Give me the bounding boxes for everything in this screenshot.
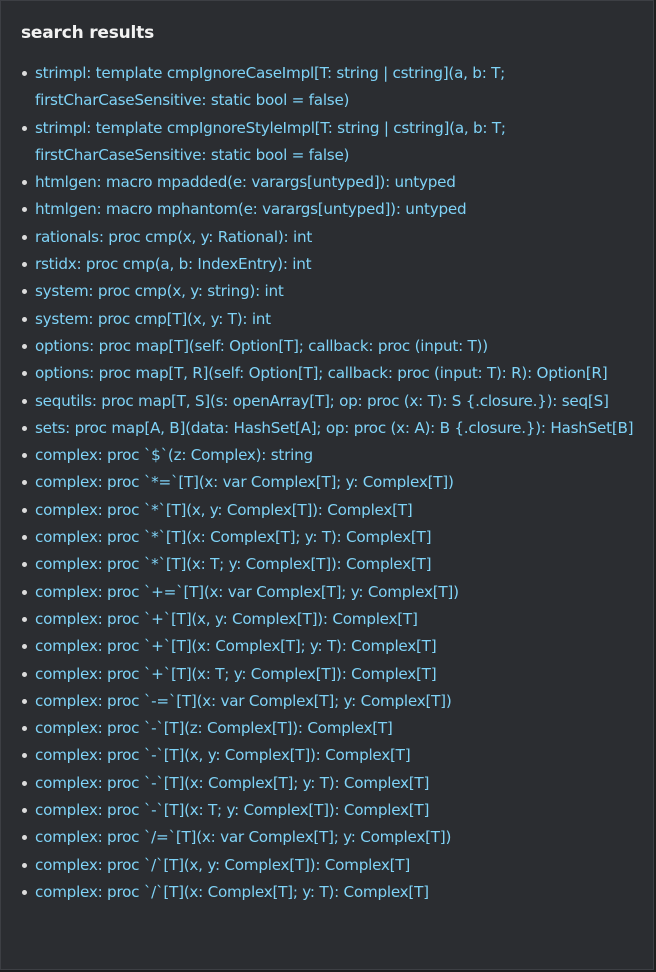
list-item: complex: proc `*`[T](x: Complex[T]; y: T… xyxy=(21,524,639,551)
list-item: complex: proc `-=`[T](x: var Complex[T];… xyxy=(21,688,639,715)
list-item: complex: proc `/`[T](x: Complex[T]; y: T… xyxy=(21,879,639,906)
list-item: htmlgen: macro mpadded(e: varargs[untype… xyxy=(21,169,639,196)
result-link[interactable]: complex: proc `-`[T](z: Complex[T]): Com… xyxy=(35,719,393,737)
result-link[interactable]: sequtils: proc map[T, S](s: openArray[T]… xyxy=(35,392,609,410)
result-link[interactable]: options: proc map[T](self: Option[T]; ca… xyxy=(35,337,488,355)
list-item: rationals: proc cmp(x, y: Rational): int xyxy=(21,224,639,251)
result-link[interactable]: complex: proc `-`[T](x: T; y: Complex[T]… xyxy=(35,801,429,819)
result-link[interactable]: complex: proc `-`[T](x: Complex[T]; y: T… xyxy=(35,774,429,792)
result-link[interactable]: options: proc map[T, R](self: Option[T];… xyxy=(35,364,608,382)
list-item: complex: proc `+`[T](x: T; y: Complex[T]… xyxy=(21,661,639,688)
result-link[interactable]: complex: proc `-=`[T](x: var Complex[T];… xyxy=(35,692,452,710)
list-item: sequtils: proc map[T, S](s: openArray[T]… xyxy=(21,388,639,415)
result-link[interactable]: complex: proc `+=`[T](x: var Complex[T];… xyxy=(35,583,459,601)
list-item: complex: proc `*=`[T](x: var Complex[T];… xyxy=(21,469,639,496)
result-link[interactable]: complex: proc `*`[T](x: T; y: Complex[T]… xyxy=(35,555,432,573)
result-link[interactable]: complex: proc `+`[T](x, y: Complex[T]): … xyxy=(35,610,418,628)
list-item: complex: proc `+`[T](x: Complex[T]; y: T… xyxy=(21,633,639,660)
list-item: options: proc map[T, R](self: Option[T];… xyxy=(21,360,639,387)
result-link[interactable]: complex: proc `$`(z: Complex): string xyxy=(35,446,313,464)
result-link[interactable]: strimpl: template cmpIgnoreStyleImpl[T: … xyxy=(35,119,506,164)
list-item: complex: proc `+`[T](x, y: Complex[T]): … xyxy=(21,606,639,633)
result-link[interactable]: complex: proc `/=`[T](x: var Complex[T];… xyxy=(35,828,451,846)
list-item: rstidx: proc cmp(a, b: IndexEntry): int xyxy=(21,251,639,278)
list-item: system: proc cmp[T](x, y: T): int xyxy=(21,306,639,333)
list-item: strimpl: template cmpIgnoreStyleImpl[T: … xyxy=(21,115,639,170)
list-item: complex: proc `*`[T](x, y: Complex[T]): … xyxy=(21,497,639,524)
list-item: sets: proc map[A, B](data: HashSet[A]; o… xyxy=(21,415,639,442)
list-item: complex: proc `-`[T](x, y: Complex[T]): … xyxy=(21,742,639,769)
list-item: htmlgen: macro mphantom(e: varargs[untyp… xyxy=(21,196,639,223)
list-item: complex: proc `-`[T](x: Complex[T]; y: T… xyxy=(21,770,639,797)
result-link[interactable]: complex: proc `*`[T](x, y: Complex[T]): … xyxy=(35,501,413,519)
result-link[interactable]: sets: proc map[A, B](data: HashSet[A]; o… xyxy=(35,419,634,437)
result-link[interactable]: strimpl: template cmpIgnoreCaseImpl[T: s… xyxy=(35,64,505,109)
list-item: complex: proc `*`[T](x: T; y: Complex[T]… xyxy=(21,551,639,578)
result-link[interactable]: complex: proc `/`[T](x, y: Complex[T]): … xyxy=(35,856,410,874)
list-item: complex: proc `-`[T](x: T; y: Complex[T]… xyxy=(21,797,639,824)
list-item: complex: proc `-`[T](z: Complex[T]): Com… xyxy=(21,715,639,742)
result-link[interactable]: complex: proc `+`[T](x: T; y: Complex[T]… xyxy=(35,665,437,683)
result-link[interactable]: complex: proc `*=`[T](x: var Complex[T];… xyxy=(35,473,454,491)
result-link[interactable]: rstidx: proc cmp(a, b: IndexEntry): int xyxy=(35,255,312,273)
result-link[interactable]: complex: proc `-`[T](x, y: Complex[T]): … xyxy=(35,746,411,764)
result-link[interactable]: system: proc cmp[T](x, y: T): int xyxy=(35,310,271,328)
list-item: complex: proc `+=`[T](x: var Complex[T];… xyxy=(21,579,639,606)
search-results-title: search results xyxy=(21,23,155,43)
search-results-panel: search results strimpl: template cmpIgno… xyxy=(0,0,654,970)
list-item: complex: proc `/`[T](x, y: Complex[T]): … xyxy=(21,852,639,879)
list-item: complex: proc `$`(z: Complex): string xyxy=(21,442,639,469)
result-link[interactable]: complex: proc `/`[T](x: Complex[T]; y: T… xyxy=(35,883,429,901)
list-item: complex: proc `/=`[T](x: var Complex[T];… xyxy=(21,824,639,851)
list-item: strimpl: template cmpIgnoreCaseImpl[T: s… xyxy=(21,60,639,115)
result-link[interactable]: rationals: proc cmp(x, y: Rational): int xyxy=(35,228,312,246)
result-link[interactable]: complex: proc `*`[T](x: Complex[T]; y: T… xyxy=(35,528,432,546)
result-link[interactable]: htmlgen: macro mphantom(e: varargs[untyp… xyxy=(35,200,467,218)
search-results-list: strimpl: template cmpIgnoreCaseImpl[T: s… xyxy=(21,60,639,906)
result-link[interactable]: htmlgen: macro mpadded(e: varargs[untype… xyxy=(35,173,456,191)
result-link[interactable]: complex: proc `+`[T](x: Complex[T]; y: T… xyxy=(35,637,437,655)
list-item: options: proc map[T](self: Option[T]; ca… xyxy=(21,333,639,360)
list-item: system: proc cmp(x, y: string): int xyxy=(21,278,639,305)
result-link[interactable]: system: proc cmp(x, y: string): int xyxy=(35,282,284,300)
